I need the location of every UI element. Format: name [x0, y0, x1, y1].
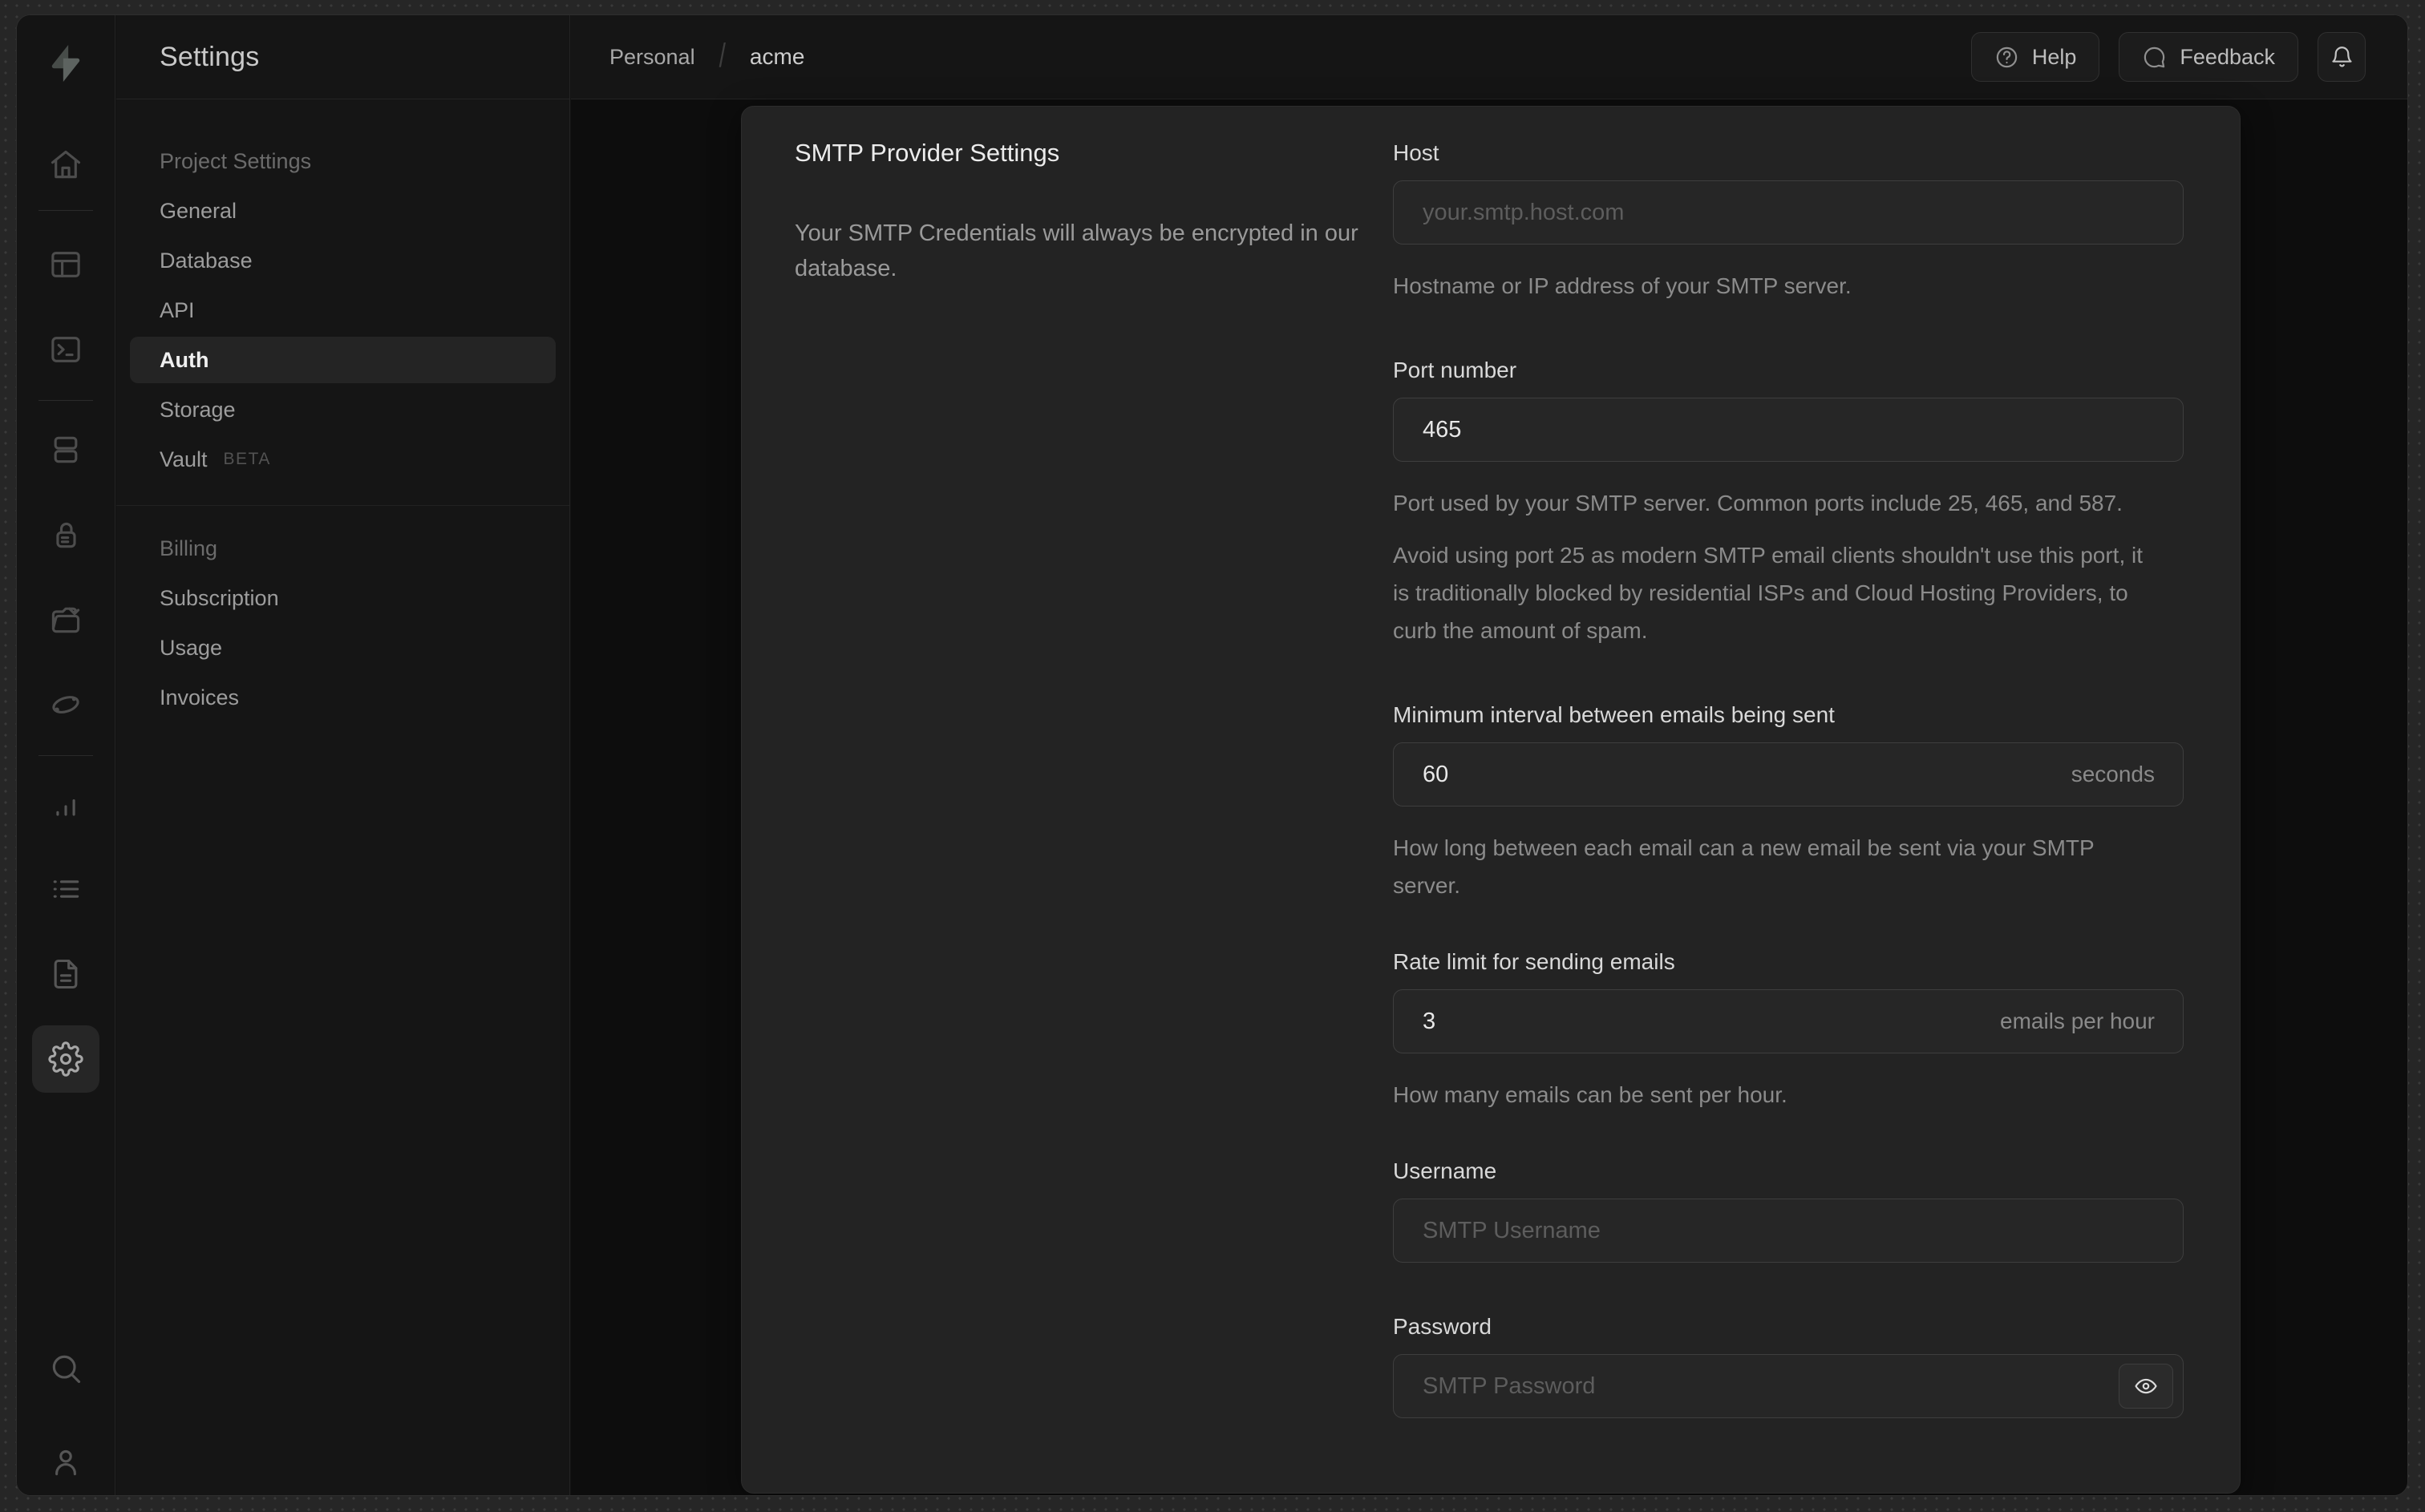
min-interval-input[interactable] — [1393, 742, 2184, 807]
breadcrumb-project[interactable]: acme — [750, 44, 804, 70]
nav-item-invoices[interactable]: Invoices — [116, 673, 569, 722]
nav-item-usage[interactable]: Usage — [116, 623, 569, 673]
host-input[interactable] — [1393, 180, 2184, 245]
nav-heading-billing: Billing — [160, 536, 218, 560]
nav-item-api[interactable]: API — [116, 285, 569, 335]
smtp-form: Host Hostname or IP address of your SMTP… — [1393, 140, 2184, 1463]
rate-limit-help: How many emails can be sent per hour. — [1393, 1082, 1787, 1107]
eye-icon — [2135, 1378, 2157, 1394]
sql-editor-icon — [51, 337, 80, 362]
lock-icon — [56, 522, 76, 548]
username-input[interactable] — [1393, 1199, 2184, 1263]
table-editor-icon — [51, 252, 80, 277]
breadcrumb-separator: / — [719, 38, 726, 75]
rail-divider — [38, 755, 93, 756]
sidebar-item-authentication[interactable] — [32, 501, 99, 568]
database-icon — [54, 436, 78, 463]
sidebar-item-reports[interactable] — [32, 772, 99, 839]
sidebar-item-home[interactable] — [32, 131, 99, 199]
account-button[interactable] — [32, 1429, 99, 1495]
nav-item-database[interactable]: Database — [116, 236, 569, 285]
sidebar-header: Settings — [116, 15, 569, 99]
reports-icon — [56, 799, 75, 816]
nav-item-auth[interactable]: Auth — [130, 337, 556, 383]
host-label: Host — [1393, 140, 1439, 165]
main-area: Personal / acme Help Feedback SMTP Provi… — [571, 15, 2407, 1495]
sidebar-item-table-editor[interactable] — [32, 231, 99, 298]
port-help: Port used by your SMTP server. Common po… — [1393, 491, 2123, 515]
port-label: Port number — [1393, 358, 1517, 382]
port-help-warning: Avoid using port 25 as modern SMTP email… — [1393, 543, 2144, 643]
host-help: Hostname or IP address of your SMTP serv… — [1393, 273, 1852, 298]
search-icon — [52, 1355, 81, 1384]
beta-badge: BETA — [223, 450, 271, 468]
password-label: Password — [1393, 1314, 1492, 1339]
supabase-bolt-icon — [51, 45, 80, 82]
settings-sidebar: Settings Project Settings General Databa… — [116, 15, 570, 1495]
breadcrumb-org[interactable]: Personal — [609, 45, 695, 70]
feedback-button-label: Feedback — [2180, 44, 2275, 69]
edge-functions-icon — [52, 696, 79, 714]
nav-item-storage[interactable]: Storage — [116, 385, 569, 435]
field-rate-limit: Rate limit for sending emails emails per… — [1393, 949, 2184, 1114]
user-icon — [55, 1449, 76, 1476]
main-header: Personal / acme Help Feedback — [571, 15, 2407, 99]
rate-limit-input[interactable] — [1393, 989, 2184, 1053]
section-intro: SMTP Provider Settings Your SMTP Credent… — [795, 139, 1372, 286]
rail-divider — [38, 400, 93, 401]
nav-item-vault[interactable]: Vault BETA — [116, 435, 569, 484]
file-text-icon — [54, 959, 78, 989]
sidebar-item-storage[interactable] — [32, 586, 99, 653]
sidebar-item-database[interactable] — [32, 416, 99, 483]
nav-item-subscription[interactable]: Subscription — [116, 573, 569, 623]
sidebar-item-logs[interactable] — [32, 855, 99, 923]
breadcrumb: Personal / acme — [609, 38, 804, 75]
port-input[interactable] — [1393, 398, 2184, 462]
sidebar-item-sql-editor[interactable] — [32, 316, 99, 383]
search-button[interactable] — [32, 1335, 99, 1402]
app-window: Settings Project Settings General Databa… — [16, 14, 2408, 1496]
settings-nav: Project Settings General Database API Au… — [116, 99, 569, 722]
reveal-password-button[interactable] — [2119, 1364, 2173, 1409]
min-interval-help: How long between each email can a new em… — [1393, 835, 2095, 898]
nav-item-vault-label: Vault — [160, 447, 208, 471]
sidebar-item-edge-functions[interactable] — [32, 671, 99, 738]
help-button-label: Help — [2031, 44, 2077, 69]
nav-item-general[interactable]: General — [116, 186, 569, 236]
message-bubble-icon — [2144, 46, 2165, 67]
bell-icon — [2331, 46, 2352, 67]
gear-icon — [48, 1041, 83, 1077]
page-title: Settings — [160, 41, 260, 72]
section-description: Your SMTP Credentials will always be enc… — [795, 220, 1358, 281]
field-username: Username — [1393, 1158, 2184, 1263]
rail-divider — [38, 210, 93, 211]
help-button[interactable]: Help — [1970, 32, 2100, 82]
help-circle-icon — [1996, 46, 2018, 67]
nav-divider — [116, 505, 569, 506]
nav-heading-project-settings: Project Settings — [160, 148, 312, 173]
smtp-settings-card: SMTP Provider Settings Your SMTP Credent… — [741, 106, 2241, 1494]
min-interval-label: Minimum interval between emails being se… — [1393, 702, 1835, 727]
sidebar-item-project-settings[interactable] — [32, 1025, 99, 1093]
header-actions: Help Feedback — [1970, 32, 2366, 82]
field-host: Host Hostname or IP address of your SMTP… — [1393, 140, 2184, 305]
storage-icon — [51, 607, 80, 633]
section-title: SMTP Provider Settings — [795, 139, 1060, 167]
field-port: Port number Port used by your SMTP serve… — [1393, 358, 2184, 649]
rate-limit-label: Rate limit for sending emails — [1393, 949, 1675, 974]
logs-icon — [53, 880, 79, 898]
username-label: Username — [1393, 1158, 1497, 1183]
password-input[interactable] — [1393, 1354, 2184, 1418]
feedback-button[interactable]: Feedback — [2119, 32, 2298, 82]
icon-rail — [17, 15, 115, 1495]
supabase-logo[interactable] — [32, 30, 99, 97]
home-icon — [51, 150, 81, 179]
sidebar-item-docs[interactable] — [32, 940, 99, 1008]
notifications-button[interactable] — [2318, 32, 2366, 82]
field-min-interval: Minimum interval between emails being se… — [1393, 702, 2184, 904]
field-password: Password — [1393, 1314, 2184, 1418]
